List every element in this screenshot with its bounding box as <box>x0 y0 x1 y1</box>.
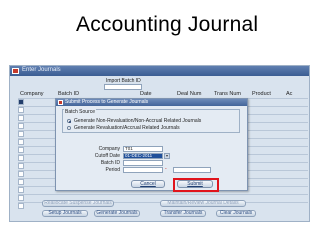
row-selector[interactable] <box>18 187 24 193</box>
window-titlebar: Enter Journals <box>10 66 309 76</box>
dialog-titlebar: Submit Process to Generate Journals <box>56 99 247 106</box>
column-header-company: Company <box>20 91 44 97</box>
company-label: Company <box>98 146 120 152</box>
period-description-field[interactable] <box>173 167 211 173</box>
column-header-account: Ac <box>286 91 293 97</box>
window-title: Enter Journals <box>22 67 61 73</box>
cutoff-date-field[interactable]: 01-DEC-2011 <box>123 153 163 159</box>
app-icon <box>12 68 19 74</box>
column-header-product: Product <box>252 91 271 97</box>
row-selector[interactable] <box>18 179 24 185</box>
row-selector[interactable] <box>18 123 24 129</box>
company-field[interactable]: T01 <box>123 146 163 152</box>
cancel-button[interactable]: Cancel <box>131 180 165 188</box>
maintain-review-journal-details-button[interactable]: Maintain/Review Journal Details <box>160 200 246 207</box>
radio-non-revaluation-label: Generate Non-Revaluation/Non-Accrual Rel… <box>74 118 202 124</box>
batch-id-field[interactable] <box>123 160 163 166</box>
period-field[interactable] <box>123 167 163 173</box>
setup-journals-button[interactable]: Setup Journals <box>42 210 88 217</box>
row-selector[interactable] <box>18 107 24 113</box>
row-selector[interactable] <box>18 147 24 153</box>
calendar-icon[interactable]: ▾ <box>164 153 170 159</box>
reallocate-suspense-journals-button[interactable]: Reallocate Suspense Journals <box>42 200 114 207</box>
column-header-batch-id: Batch ID <box>58 91 80 97</box>
import-batch-id-field[interactable] <box>104 84 142 90</box>
transfer-journals-button[interactable]: Transfer Journals <box>160 210 206 217</box>
column-header-date: Date <box>140 91 152 97</box>
row-selector[interactable] <box>18 131 24 137</box>
row-selector[interactable] <box>18 171 24 177</box>
radio-revaluation-label: Generate Revaluation/Accrual Related Jou… <box>74 125 180 131</box>
slide-title: Accounting Journal <box>76 13 259 36</box>
dialog-title: Submit Process to Generate Journals <box>65 99 149 105</box>
row-selector[interactable] <box>18 139 24 145</box>
period-label: Period <box>105 167 120 173</box>
row-selector[interactable] <box>18 99 24 105</box>
generate-journals-button[interactable]: Generate Journals <box>94 210 140 217</box>
submit-highlight-box <box>173 178 219 192</box>
column-header-deal-num: Deal Num <box>177 91 202 97</box>
row-selector[interactable] <box>18 203 24 209</box>
app-icon <box>58 100 63 105</box>
column-header-trans-num: Trans Num <box>214 91 241 97</box>
batch-source-label: Batch Source <box>64 109 97 115</box>
row-selector[interactable] <box>18 115 24 121</box>
radio-non-revaluation[interactable] <box>67 119 71 123</box>
row-selector[interactable] <box>18 195 24 201</box>
cutoff-date-label: Cutoff Date <box>94 153 120 159</box>
radio-revaluation[interactable] <box>67 126 71 130</box>
row-selector[interactable] <box>18 163 24 169</box>
row-selector[interactable] <box>18 155 24 161</box>
required-marker: - <box>165 166 167 172</box>
batch-id-label: Batch ID <box>100 160 120 166</box>
generate-journals-dialog: Submit Process to Generate Journals Batc… <box>55 98 248 191</box>
clear-journals-button[interactable]: Clear Journals <box>216 210 256 217</box>
